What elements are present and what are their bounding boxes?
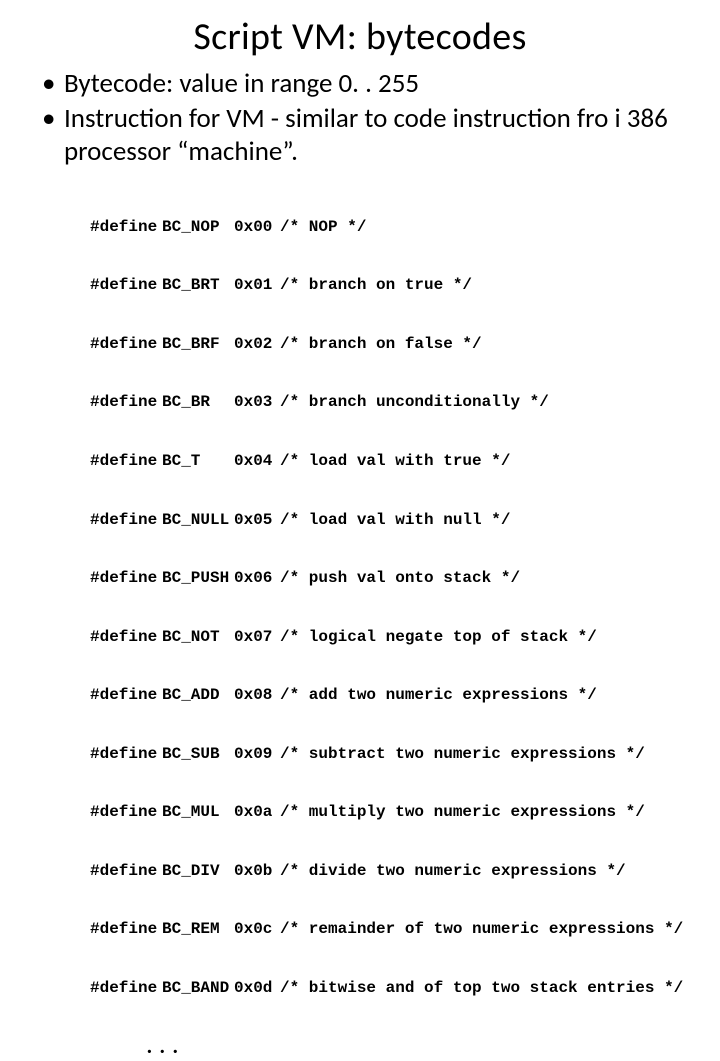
define-keyword: #define <box>90 218 162 238</box>
define-keyword: #define <box>90 862 162 882</box>
define-comment: /* multiply two numeric expressions */ <box>280 803 645 823</box>
define-name: BC_MUL <box>162 803 234 823</box>
define-value: 0x06 <box>234 569 280 589</box>
define-comment: /* remainder of two numeric expressions … <box>280 920 683 940</box>
define-row: #defineBC_BRT0x01/* branch on true */ <box>90 276 690 296</box>
define-comment: /* bitwise and of top two stack entries … <box>280 979 683 999</box>
define-name: BC_NULL <box>162 511 234 531</box>
define-name: BC_T <box>162 452 234 472</box>
define-comment: /* branch unconditionally */ <box>280 393 549 413</box>
define-value: 0x0b <box>234 862 280 882</box>
define-row: #defineBC_MUL0x0a/* multiply two numeric… <box>90 803 690 823</box>
define-value: 0x0c <box>234 920 280 940</box>
define-comment: /* logical negate top of stack */ <box>280 628 597 648</box>
define-name: BC_BRF <box>162 335 234 355</box>
define-keyword: #define <box>90 920 162 940</box>
define-value: 0x03 <box>234 393 280 413</box>
define-keyword: #define <box>90 745 162 765</box>
define-value: 0x09 <box>234 745 280 765</box>
define-keyword: #define <box>90 276 162 296</box>
define-name: BC_BAND <box>162 979 234 999</box>
define-keyword: #define <box>90 686 162 706</box>
define-name: BC_DIV <box>162 862 234 882</box>
define-row: #defineBC_NOP0x00/* NOP */ <box>90 218 690 238</box>
define-row: #defineBC_BRF0x02/* branch on false */ <box>90 335 690 355</box>
define-name: BC_SUB <box>162 745 234 765</box>
bullet-item: Bytecode: value in range 0. . 255 <box>42 68 690 101</box>
define-name: BC_NOT <box>162 628 234 648</box>
slide: Script VM: bytecodes Bytecode: value in … <box>0 0 720 540</box>
define-comment: /* load val with null */ <box>280 511 510 531</box>
define-row: #defineBC_NULL0x05/* load val with null … <box>90 511 690 531</box>
define-comment: /* divide two numeric expressions */ <box>280 862 626 882</box>
define-keyword: #define <box>90 511 162 531</box>
define-keyword: #define <box>90 628 162 648</box>
define-comment: /* subtract two numeric expressions */ <box>280 745 645 765</box>
define-row: #defineBC_T0x04/* load val with true */ <box>90 452 690 472</box>
define-keyword: #define <box>90 452 162 472</box>
define-name: BC_BR <box>162 393 234 413</box>
define-value: 0x0d <box>234 979 280 999</box>
define-keyword: #define <box>90 979 162 999</box>
define-value: 0x0a <box>234 803 280 823</box>
define-name: BC_BRT <box>162 276 234 296</box>
define-name: BC_REM <box>162 920 234 940</box>
define-comment: /* branch on true */ <box>280 276 472 296</box>
define-value: 0x07 <box>234 628 280 648</box>
define-comment: /* load val with true */ <box>280 452 510 472</box>
define-comment: /* add two numeric expressions */ <box>280 686 597 706</box>
code-block: #defineBC_NOP0x00/* NOP */ #defineBC_BRT… <box>90 179 690 1038</box>
define-keyword: #define <box>90 569 162 589</box>
define-row: #defineBC_BAND0x0d/* bitwise and of top … <box>90 979 690 999</box>
define-value: 0x04 <box>234 452 280 472</box>
ellipsis: . . . <box>146 1034 690 1056</box>
define-name: BC_NOP <box>162 218 234 238</box>
define-value: 0x00 <box>234 218 280 238</box>
define-row: #defineBC_PUSH0x06/* push val onto stack… <box>90 569 690 589</box>
define-keyword: #define <box>90 393 162 413</box>
bullet-item: Instruction for VM - similar to code ins… <box>42 103 690 169</box>
define-row: #defineBC_BR0x03/* branch unconditionall… <box>90 393 690 413</box>
define-row: #defineBC_REM0x0c/* remainder of two num… <box>90 920 690 940</box>
define-name: BC_PUSH <box>162 569 234 589</box>
define-value: 0x02 <box>234 335 280 355</box>
define-keyword: #define <box>90 335 162 355</box>
define-keyword: #define <box>90 803 162 823</box>
slide-title: Script VM: bytecodes <box>30 14 690 60</box>
define-row: #defineBC_NOT0x07/* logical negate top o… <box>90 628 690 648</box>
define-comment: /* NOP */ <box>280 218 366 238</box>
define-comment: /* push val onto stack */ <box>280 569 520 589</box>
define-row: #defineBC_SUB0x09/* subtract two numeric… <box>90 745 690 765</box>
define-row: #defineBC_ADD0x08/* add two numeric expr… <box>90 686 690 706</box>
define-value: 0x08 <box>234 686 280 706</box>
define-row: #defineBC_DIV0x0b/* divide two numeric e… <box>90 862 690 882</box>
define-comment: /* branch on false */ <box>280 335 482 355</box>
bullet-list: Bytecode: value in range 0. . 255 Instru… <box>42 68 690 169</box>
define-value: 0x01 <box>234 276 280 296</box>
define-name: BC_ADD <box>162 686 234 706</box>
define-value: 0x05 <box>234 511 280 531</box>
